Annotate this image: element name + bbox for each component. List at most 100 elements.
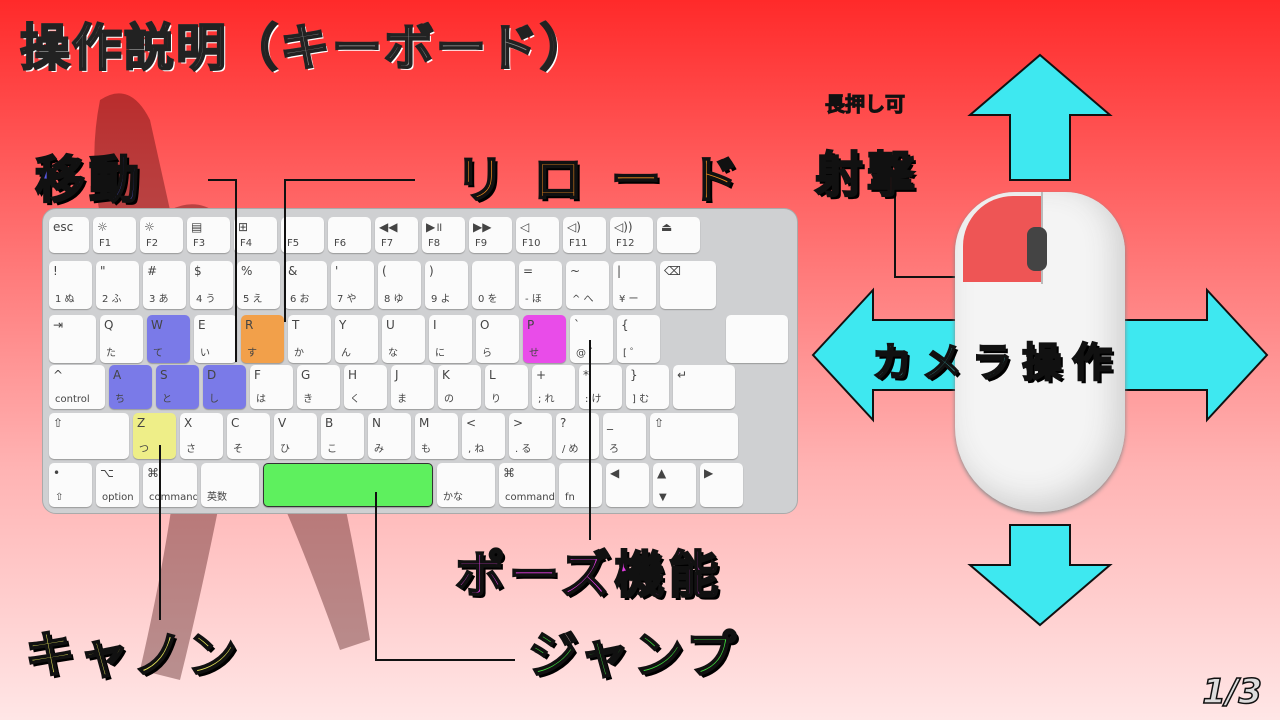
key-row4-3[interactable]: Cそ: [227, 413, 270, 459]
key-row2-6[interactable]: Yん: [335, 315, 378, 363]
key-s[interactable]: Sと: [156, 365, 199, 409]
key-row3-6[interactable]: Hく: [344, 365, 387, 409]
key-r[interactable]: Rす: [241, 315, 284, 363]
key-row4-9[interactable]: > . る: [509, 413, 552, 459]
key-row2-8[interactable]: Iに: [429, 315, 472, 363]
key-a[interactable]: Aち: [109, 365, 152, 409]
key-row0-2[interactable]: ☼ F2: [140, 217, 183, 253]
key-row1-1[interactable]: " 2 ふ: [96, 261, 139, 309]
key-sub-label: / め: [562, 444, 579, 455]
key-row5-10[interactable]: ▶: [700, 463, 743, 507]
key-row4-4[interactable]: Vひ: [274, 413, 317, 459]
key-row0-3[interactable]: ▤ F3: [187, 217, 230, 253]
key-row3-9[interactable]: Lり: [485, 365, 528, 409]
key-row0-1[interactable]: ☼ F1: [93, 217, 136, 253]
key-row5-1[interactable]: ⌥ option: [96, 463, 139, 507]
key-row5-7[interactable]: fn: [559, 463, 602, 507]
key-row5-9[interactable]: ▲ ▼: [653, 463, 696, 507]
key-row5-3[interactable]: 英数: [201, 463, 259, 507]
key-row5-0[interactable]: • ⇧: [49, 463, 92, 507]
label-cannon: キャノン: [24, 625, 241, 685]
key-row5-6[interactable]: ⌘ command: [499, 463, 555, 507]
key-row1-8[interactable]: ) 9 よ: [425, 261, 468, 309]
key-space[interactable]: [263, 463, 433, 507]
key-row0-4[interactable]: ⊞ F4: [234, 217, 277, 253]
key-sub-label: command: [505, 492, 555, 503]
key-row1-9[interactable]: 0 を: [472, 261, 515, 309]
key-row0-5[interactable]: F5: [281, 217, 324, 253]
key-row2-12[interactable]: {[ ゜: [617, 315, 660, 363]
key-row3-13[interactable]: ↵: [673, 365, 735, 409]
key-row4-11[interactable]: _ ろ: [603, 413, 646, 459]
key-row0-12[interactable]: ◁)) F12: [610, 217, 653, 253]
key-row5-2[interactable]: ⌘ command: [143, 463, 197, 507]
key-row2-0[interactable]: ⇥: [49, 315, 96, 363]
key-row2-1[interactable]: Qた: [100, 315, 143, 363]
key-row3-0[interactable]: ^ control: [49, 365, 105, 409]
key-z[interactable]: Zつ: [133, 413, 176, 459]
key-row2-11[interactable]: ` @ ゛: [570, 315, 613, 363]
key-row0-13[interactable]: ⏏: [657, 217, 700, 253]
key-row2-9[interactable]: Oら: [476, 315, 519, 363]
key-row0-7[interactable]: ◀◀ F7: [375, 217, 418, 253]
key-row1-13[interactable]: ⌫: [660, 261, 716, 309]
key-row0-0[interactable]: esc: [49, 217, 89, 253]
key-enter-top[interactable]: [726, 315, 788, 363]
key-row4-0[interactable]: ⇧: [49, 413, 129, 459]
key-row0-11[interactable]: ◁) F11: [563, 217, 606, 253]
key-row1-4[interactable]: % 5 え: [237, 261, 280, 309]
key-row1-3[interactable]: $4 う: [190, 261, 233, 309]
key-main-label: ⇧: [654, 416, 665, 430]
key-row4-10[interactable]: ? / め: [556, 413, 599, 459]
key-row4-6[interactable]: Nみ: [368, 413, 411, 459]
key-row4-12[interactable]: ⇧: [650, 413, 738, 459]
key-row1-2[interactable]: #3 あ: [143, 261, 186, 309]
key-row3-12[interactable]: }] む: [626, 365, 669, 409]
key-row4-7[interactable]: Mも: [415, 413, 458, 459]
key-row0-9[interactable]: ▶▶ F9: [469, 217, 512, 253]
key-p[interactable]: Pせ: [523, 315, 566, 363]
key-sub-label: @ ゛: [576, 348, 600, 359]
key-row0-10[interactable]: ◁ F10: [516, 217, 559, 253]
key-row5-5[interactable]: かな: [437, 463, 495, 507]
key-row3-11[interactable]: *: け: [579, 365, 622, 409]
key-row1-6[interactable]: ' 7 や: [331, 261, 374, 309]
key-row1-10[interactable]: = - ほ: [519, 261, 562, 309]
key-w[interactable]: Wて: [147, 315, 190, 363]
key-sub-label: 1 ぬ: [55, 294, 75, 305]
key-sub-label: F1: [99, 238, 112, 249]
key-row0-6[interactable]: F6: [328, 217, 371, 253]
label-move: 移動: [34, 150, 143, 210]
key-row3-5[interactable]: Gき: [297, 365, 340, 409]
key-row3-10[interactable]: + ; れ: [532, 365, 575, 409]
key-row1-12[interactable]: | ¥ ー: [613, 261, 656, 309]
key-row1-7[interactable]: (8 ゆ: [378, 261, 421, 309]
key-main-label: >: [513, 416, 524, 430]
key-row1-11[interactable]: ~ ^ へ: [566, 261, 609, 309]
key-sub-label: F11: [569, 238, 588, 249]
key-row2-5[interactable]: Tか: [288, 315, 331, 363]
key-sub-label: ち: [115, 394, 125, 405]
key-row0-8[interactable]: ▶॥ F8: [422, 217, 465, 253]
key-sub-label: し: [209, 394, 219, 405]
key-row4-8[interactable]: < , ね: [462, 413, 505, 459]
key-row2-3[interactable]: Eい: [194, 315, 237, 363]
key-row4-2[interactable]: Xさ: [180, 413, 223, 459]
key-main-label: <: [466, 416, 477, 430]
key-sub-label: そ: [233, 444, 243, 455]
key-sub-label: 6 お: [290, 294, 310, 305]
key-main-label: ▲: [657, 466, 667, 480]
key-row3-8[interactable]: Kの: [438, 365, 481, 409]
key-main-label: ": [100, 264, 106, 278]
key-row1-5[interactable]: & 6 お: [284, 261, 327, 309]
key-row5-8[interactable]: ◀: [606, 463, 649, 507]
key-row1-0[interactable]: ! 1 ぬ: [49, 261, 92, 309]
key-sub-label: F12: [616, 238, 635, 249]
key-main-label: ▶॥: [426, 220, 443, 234]
key-d[interactable]: Dし: [203, 365, 246, 409]
key-sub-label: 5 え: [243, 294, 263, 305]
key-row3-7[interactable]: Jま: [391, 365, 434, 409]
key-row4-5[interactable]: Bこ: [321, 413, 364, 459]
key-row3-4[interactable]: Fは: [250, 365, 293, 409]
key-row2-7[interactable]: Uな: [382, 315, 425, 363]
